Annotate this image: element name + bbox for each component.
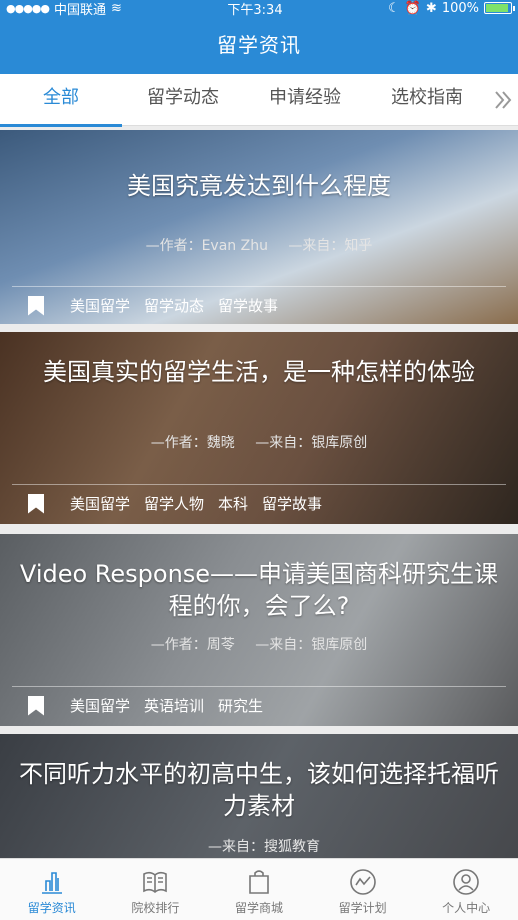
article-title: 不同听力水平的初高中生，该如何选择托福听力素材: [19, 760, 499, 820]
tag[interactable]: 英语培训: [144, 695, 204, 716]
tabbar-item-profile[interactable]: 个人中心: [414, 859, 518, 920]
bag-icon: [249, 870, 269, 894]
tabbar-label: 留学商城: [234, 901, 283, 915]
carrier: 中国联通: [54, 2, 107, 18]
book-icon: [143, 871, 168, 894]
tag[interactable]: 美国留学: [70, 295, 130, 316]
article-card[interactable]: 不同听力水平的初高中生，该如何选择托福听力素材 —来自：搜狐教育: [0, 734, 518, 860]
article-title: 美国真实的留学生活，是一种怎样的体验: [43, 358, 475, 386]
header: ●●●●● 中国联通 ≋ 下午3:34 ☾ ⏰ ✱ 100% 留学资讯: [0, 0, 518, 74]
article-author: —作者：周苓: [150, 637, 235, 653]
tab-guide[interactable]: 选校指南: [366, 74, 488, 125]
bookmark-icon[interactable]: [28, 695, 44, 716]
tag[interactable]: 留学人物: [144, 493, 204, 514]
article-meta: —作者：魏晓 —来自：银库原创: [0, 432, 518, 452]
tag[interactable]: 美国留学: [70, 493, 130, 514]
bookmark-icon[interactable]: [28, 295, 44, 316]
tabbar-label: 留学资讯: [27, 901, 76, 915]
tabbar-item-plan[interactable]: 留学计划: [311, 859, 415, 920]
article-tags: 美国留学 留学人物 本科 留学故事: [12, 484, 506, 522]
tag[interactable]: 美国留学: [70, 695, 130, 716]
article-title: 美国究竟发达到什么程度: [127, 172, 391, 200]
battery-icon: [483, 2, 515, 14]
wifi-icon: ≋: [111, 0, 122, 16]
signal-icon: ●●●●●: [6, 1, 50, 15]
tag[interactable]: 留学故事: [262, 493, 322, 514]
tabbar-label: 院校排行: [131, 901, 180, 915]
tag[interactable]: 研究生: [218, 695, 263, 716]
article-source: —来自：银库原创: [255, 435, 368, 451]
tag[interactable]: 留学故事: [218, 295, 278, 316]
article-card[interactable]: 美国真实的留学生活，是一种怎样的体验 —作者：魏晓 —来自：银库原创 美国留学 …: [0, 332, 518, 524]
bookmark-icon[interactable]: [28, 493, 44, 514]
article-meta: —作者：周苓 —来自：银库原创: [0, 634, 518, 654]
article-card[interactable]: Video Response——申请美国商科研究生课程的你，会了么? —作者：周…: [0, 534, 518, 726]
status-bar: ●●●●● 中国联通 ≋ 下午3:34 ☾ ⏰ ✱ 100%: [0, 0, 518, 18]
article-source: —来自：搜狐教育: [208, 839, 320, 855]
tabbar-label: 留学计划: [338, 901, 387, 915]
chart-icon: [41, 872, 62, 894]
article-source: —来自：银库原创: [255, 637, 368, 653]
article-tags: 美国留学 英语培训 研究生: [12, 686, 506, 724]
double-chevron-right-icon: [495, 90, 512, 109]
tab-news[interactable]: 留学动态: [122, 74, 244, 125]
tag[interactable]: 本科: [218, 493, 248, 514]
battery-percent: 100%: [441, 0, 479, 16]
person-icon: [453, 869, 479, 895]
tabbar-item-rankings[interactable]: 院校排行: [104, 859, 208, 920]
article-meta: —作者：Evan Zhu —来自：知乎: [0, 235, 518, 255]
article-author: —作者：Evan Zhu: [145, 238, 268, 254]
tabbar-label: 个人中心: [442, 901, 491, 915]
article-meta: —来自：搜狐教育: [200, 836, 518, 856]
tabbar-item-shop[interactable]: 留学商城: [207, 859, 311, 920]
bottom-tabbar: 留学资讯 院校排行 留学商城 留学计划 个人中心: [0, 858, 518, 920]
article-title: Video Response——申请美国商科研究生课程的你，会了么?: [19, 560, 499, 620]
moon-icon: ☾: [388, 0, 400, 16]
tag[interactable]: 留学动态: [144, 295, 204, 316]
tabbar-item-news[interactable]: 留学资讯: [0, 859, 104, 920]
tab-experience[interactable]: 申请经验: [244, 74, 366, 125]
alarm-icon: ⏰: [404, 0, 421, 16]
article-author: —作者：魏晓: [150, 435, 235, 451]
status-time: 下午3:34: [227, 2, 283, 18]
article-card[interactable]: 美国究竟发达到什么程度 —作者：Evan Zhu —来自：知乎 美国留学 留学动…: [0, 130, 518, 324]
category-tabs: 全部 留学动态 申请经验 选校指南: [0, 74, 518, 127]
bluetooth-icon: ✱: [425, 0, 437, 16]
article-tags: 美国留学 留学动态 留学故事: [12, 286, 506, 324]
more-tabs-button[interactable]: [488, 74, 518, 125]
page-title: 留学资讯: [217, 33, 301, 57]
tab-all[interactable]: 全部: [0, 74, 122, 127]
article-source: —来自：知乎: [288, 238, 373, 254]
trend-icon: [349, 869, 376, 895]
